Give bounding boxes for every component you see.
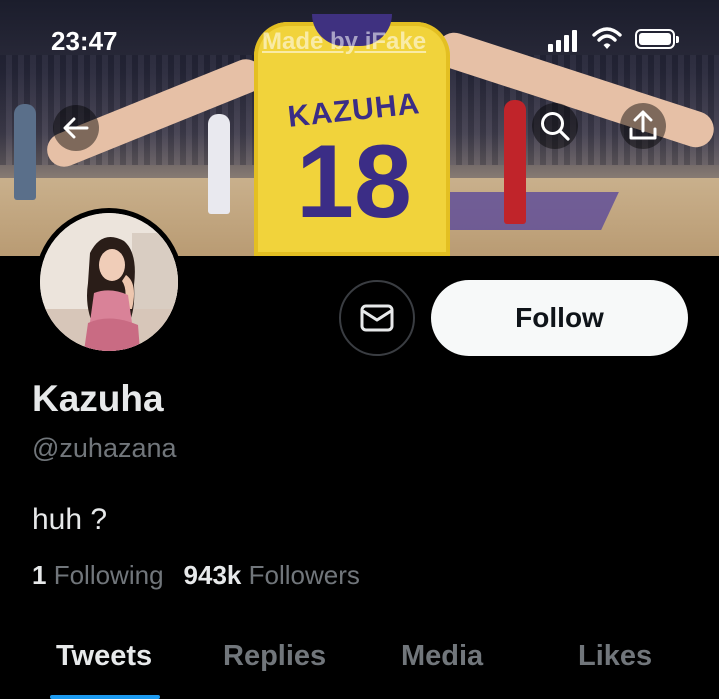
- tab-replies[interactable]: Replies: [223, 640, 326, 673]
- avatar-portrait-image: [40, 213, 178, 351]
- back-button[interactable]: [53, 105, 99, 151]
- profile-tabs: Tweets Replies Media Likes: [0, 636, 719, 699]
- watermark: Made by iFake: [262, 28, 427, 55]
- search-icon: [541, 112, 570, 141]
- display-name: Kazuha: [32, 378, 164, 419]
- follow-stats: 1 Following 943k Followers: [32, 560, 360, 591]
- tab-media[interactable]: Media: [401, 640, 483, 673]
- jersey-number: 18: [296, 124, 412, 240]
- battery-icon: [635, 29, 679, 49]
- following-count: 1: [32, 560, 47, 590]
- user-handle: @zuhazana: [32, 433, 177, 463]
- profile-bio: huh ?: [32, 503, 108, 536]
- followers-link[interactable]: 943k Followers: [184, 560, 360, 590]
- back-arrow-icon: [63, 117, 89, 139]
- following-label: Following: [53, 560, 164, 590]
- tab-likes[interactable]: Likes: [578, 640, 652, 673]
- message-button[interactable]: [339, 280, 415, 356]
- followers-label: Followers: [248, 560, 360, 590]
- background-person: [14, 104, 36, 200]
- profile-avatar[interactable]: [35, 208, 183, 356]
- followers-count: 943k: [183, 560, 242, 590]
- search-button[interactable]: [532, 103, 578, 149]
- status-time: 23:47: [51, 26, 118, 56]
- following-link[interactable]: 1 Following: [32, 560, 164, 590]
- share-icon: [629, 110, 657, 140]
- cellular-signal-icon: [548, 28, 582, 52]
- wifi-icon: [592, 27, 622, 49]
- follow-button[interactable]: Follow: [431, 280, 688, 356]
- background-person: [208, 114, 230, 214]
- background-person: [504, 100, 526, 224]
- mail-envelope-icon: [360, 304, 394, 332]
- share-button[interactable]: [620, 103, 666, 149]
- avatar-photo: [40, 213, 178, 351]
- active-tab-indicator: [50, 695, 160, 699]
- tab-tweets[interactable]: Tweets: [56, 640, 152, 673]
